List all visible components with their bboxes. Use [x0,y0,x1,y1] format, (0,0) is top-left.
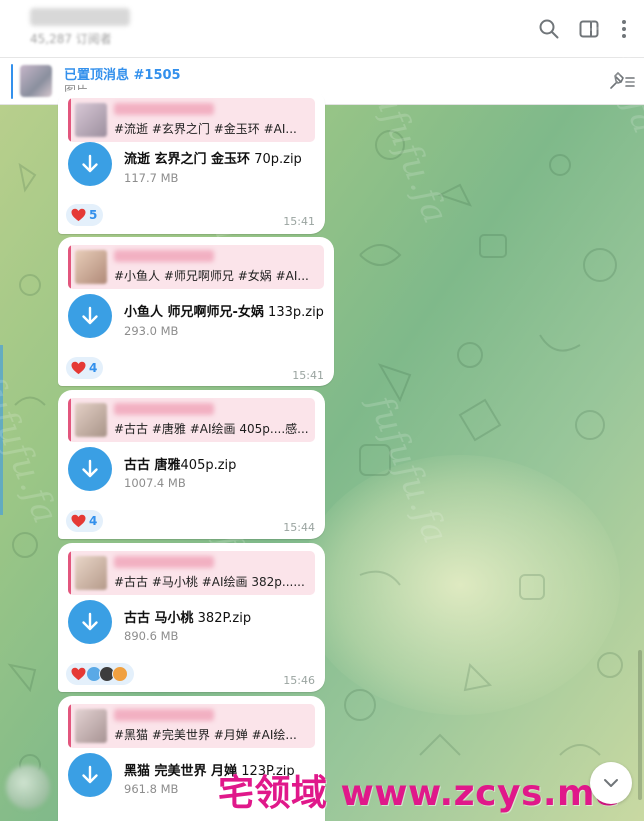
reply-preview[interactable]: #流逝 #玄界之门 #金玉环 #AI... [68,98,315,142]
download-button[interactable] [68,753,112,797]
file-name-bold: 流逝 玄界之门 金玉环 [124,152,251,167]
file-name[interactable]: 古古 马小桃 382P.zip [124,607,251,626]
reply-thumbnail [75,250,107,284]
reply-accent-bar [68,704,71,748]
file-size: 293.0 MB [124,324,179,338]
reply-accent-bar [68,98,71,142]
message-bubble[interactable]: #黑猫 #完美世界 #月婵 #AI绘... 黑猫 完美世界 月婵 123P.zi… [58,696,325,821]
message-time: 15:44 [283,521,315,534]
chat-subtitle: 45,287 订阅者 [30,32,112,46]
reply-tags: #古古 #唐雅 #AI绘画 405p....感... [114,422,309,436]
download-arrow-icon [82,154,98,173]
chat-header: 45,287 订阅者 [0,0,644,58]
heart-icon [71,361,86,375]
reaction-chip[interactable]: 4 [66,510,104,532]
reply-sender-name [114,709,214,721]
chat-scrollbar[interactable] [638,650,642,800]
reply-accent-bar [68,245,71,289]
message-time: 15:41 [283,215,315,228]
reply-preview[interactable]: #古古 #马小桃 #AI绘画 382p...... [68,551,315,595]
file-name-ext: 133p.zip [263,305,324,320]
reply-sender-name [114,250,214,262]
reaction-count: 5 [89,208,98,222]
chat-title[interactable] [30,8,130,26]
more-vert-icon[interactable] [612,17,636,41]
reaction-count: 4 [89,514,98,528]
search-icon[interactable] [537,17,561,41]
heart-icon [71,514,86,528]
download-arrow-icon [82,612,98,631]
file-size: 961.8 MB [124,782,179,796]
reply-thumbnail [75,709,107,743]
message-bubble[interactable]: #小鱼人 #师兄啊师兄 #女娲 #AI... 小鱼人 师兄啊师兄-女娲 133p… [58,237,334,386]
file-name-bold: 古古 唐雅 [124,458,181,473]
pinned-thumbnail [20,65,52,97]
message-bubble[interactable]: #流逝 #玄界之门 #金玉环 #AI... 流逝 玄界之门 金玉环 70p.zi… [58,90,325,234]
heart-icon [71,667,86,681]
pinned-accent-line [11,64,13,99]
scroll-down-button[interactable] [590,762,632,804]
reaction-count: 4 [89,361,98,375]
reply-sender-name [114,403,214,415]
file-name-ext: 70p.zip [250,152,302,167]
reaction-chip[interactable]: 4 [66,357,104,379]
file-name[interactable]: 古古 唐雅405p.zip [124,454,236,473]
reply-thumbnail [75,103,107,137]
reply-preview[interactable]: #黑猫 #完美世界 #月婵 #AI绘... [68,704,315,748]
reply-accent-bar [68,551,71,595]
file-size: 890.6 MB [124,629,179,643]
reaction-chip[interactable] [66,663,134,685]
left-edge-indicator [0,345,3,515]
download-arrow-icon [82,306,98,325]
message-time: 15:41 [292,369,324,382]
message-time: 15:46 [283,674,315,687]
chevron-down-icon [604,779,618,787]
reply-tags: #黑猫 #完美世界 #月婵 #AI绘... [114,728,297,742]
file-name-ext: 382P.zip [193,611,252,626]
message-bubble[interactable]: #古古 #唐雅 #AI绘画 405p....感... 古古 唐雅405p.zip… [58,390,325,539]
reply-sender-name [114,556,214,568]
reply-preview[interactable]: #古古 #唐雅 #AI绘画 405p....感... [68,398,315,442]
pinned-title: 已置顶消息 #1505 [64,68,181,83]
download-button[interactable] [68,447,112,491]
reactor-avatar [112,666,128,682]
reply-tags: #流逝 #玄界之门 #金玉环 #AI... [114,122,297,136]
reply-sender-name [114,103,214,115]
reaction-chip[interactable]: 5 [66,204,104,226]
reactor-avatars [86,666,128,682]
file-name-bold: 古古 马小桃 [124,611,194,626]
reply-thumbnail [75,556,107,590]
download-button[interactable] [68,600,112,644]
file-name[interactable]: 小鱼人 师兄啊师兄-女娲 133p.zip [124,301,324,320]
file-name-bold: 黑猫 完美世界 月婵 [124,764,238,779]
message-bubble[interactable]: #古古 #马小桃 #AI绘画 382p...... 古古 马小桃 382P.zi… [58,543,325,692]
file-name[interactable]: 流逝 玄界之门 金玉环 70p.zip [124,148,302,167]
file-name-ext: 123P.zip [237,764,295,779]
reply-accent-bar [68,398,71,442]
file-size: 1007.4 MB [124,476,186,490]
file-name[interactable]: 黑猫 完美世界 月婵 123P.zip [124,760,295,779]
pinned-list-icon[interactable] [608,70,636,92]
download-button[interactable] [68,142,112,186]
download-arrow-icon [82,459,98,478]
reply-thumbnail [75,403,107,437]
file-name-bold: 小鱼人 师兄啊师兄-女娲 [124,305,264,320]
file-size: 117.7 MB [124,171,179,185]
sender-avatar[interactable] [6,765,50,809]
heart-icon [71,208,86,222]
reply-tags: #古古 #马小桃 #AI绘画 382p...... [114,575,305,589]
download-arrow-icon [82,765,98,784]
reply-tags: #小鱼人 #师兄啊师兄 #女娲 #AI... [114,269,309,283]
download-button[interactable] [68,294,112,338]
reply-preview[interactable]: #小鱼人 #师兄啊师兄 #女娲 #AI... [68,245,324,289]
file-name-ext: 405p.zip [180,458,237,473]
sidebar-toggle-icon[interactable] [577,17,601,41]
